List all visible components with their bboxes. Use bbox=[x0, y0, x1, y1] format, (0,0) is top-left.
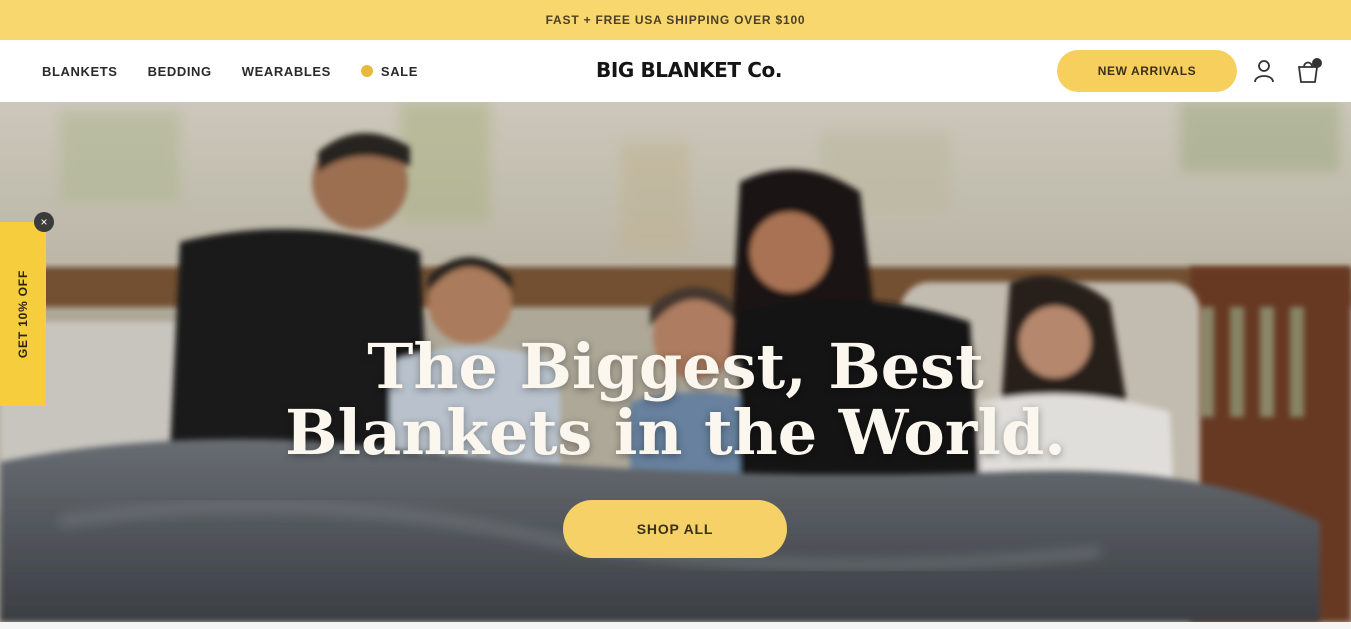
page-bottom-strip bbox=[0, 622, 1351, 629]
nav-link-sale[interactable]: SALE bbox=[360, 63, 418, 79]
discount-side-tab[interactable]: GET 10% OFF bbox=[0, 222, 46, 406]
hero-headline-line1: The Biggest, Best bbox=[367, 330, 984, 403]
shop-all-button[interactable]: SHOP ALL bbox=[563, 500, 787, 558]
nav-link-bedding[interactable]: BEDDING bbox=[148, 64, 212, 79]
hero-headline: The Biggest, Best Blankets in the World. bbox=[0, 334, 1351, 466]
site-logo[interactable]: BIG BLANKET Co. bbox=[596, 58, 782, 82]
sale-dot-icon bbox=[360, 65, 373, 77]
nav-link-blankets[interactable]: BLANKETS bbox=[42, 64, 118, 79]
hero-headline-line2: Blankets in the World. bbox=[285, 396, 1066, 469]
announcement-bar: FAST + FREE USA SHIPPING OVER $100 bbox=[0, 0, 1351, 40]
nav-link-wearables[interactable]: WEARABLES bbox=[242, 64, 331, 79]
main-nav: BLANKETS BEDDING WEARABLES SALE BIG BLAN… bbox=[0, 40, 1351, 102]
announcement-text: FAST + FREE USA SHIPPING OVER $100 bbox=[545, 13, 806, 27]
account-icon[interactable] bbox=[1252, 58, 1276, 84]
nav-link-sale-label: SALE bbox=[380, 63, 418, 79]
close-icon[interactable]: × bbox=[34, 212, 54, 232]
new-arrivals-button[interactable]: NEW ARRIVALS bbox=[1057, 50, 1237, 92]
nav-links: BLANKETS BEDDING WEARABLES SALE bbox=[42, 40, 418, 102]
hero-banner: The Biggest, Best Blankets in the World.… bbox=[0, 102, 1351, 622]
cart-icon[interactable] bbox=[1294, 56, 1324, 86]
discount-tab-label: GET 10% OFF bbox=[16, 269, 30, 359]
